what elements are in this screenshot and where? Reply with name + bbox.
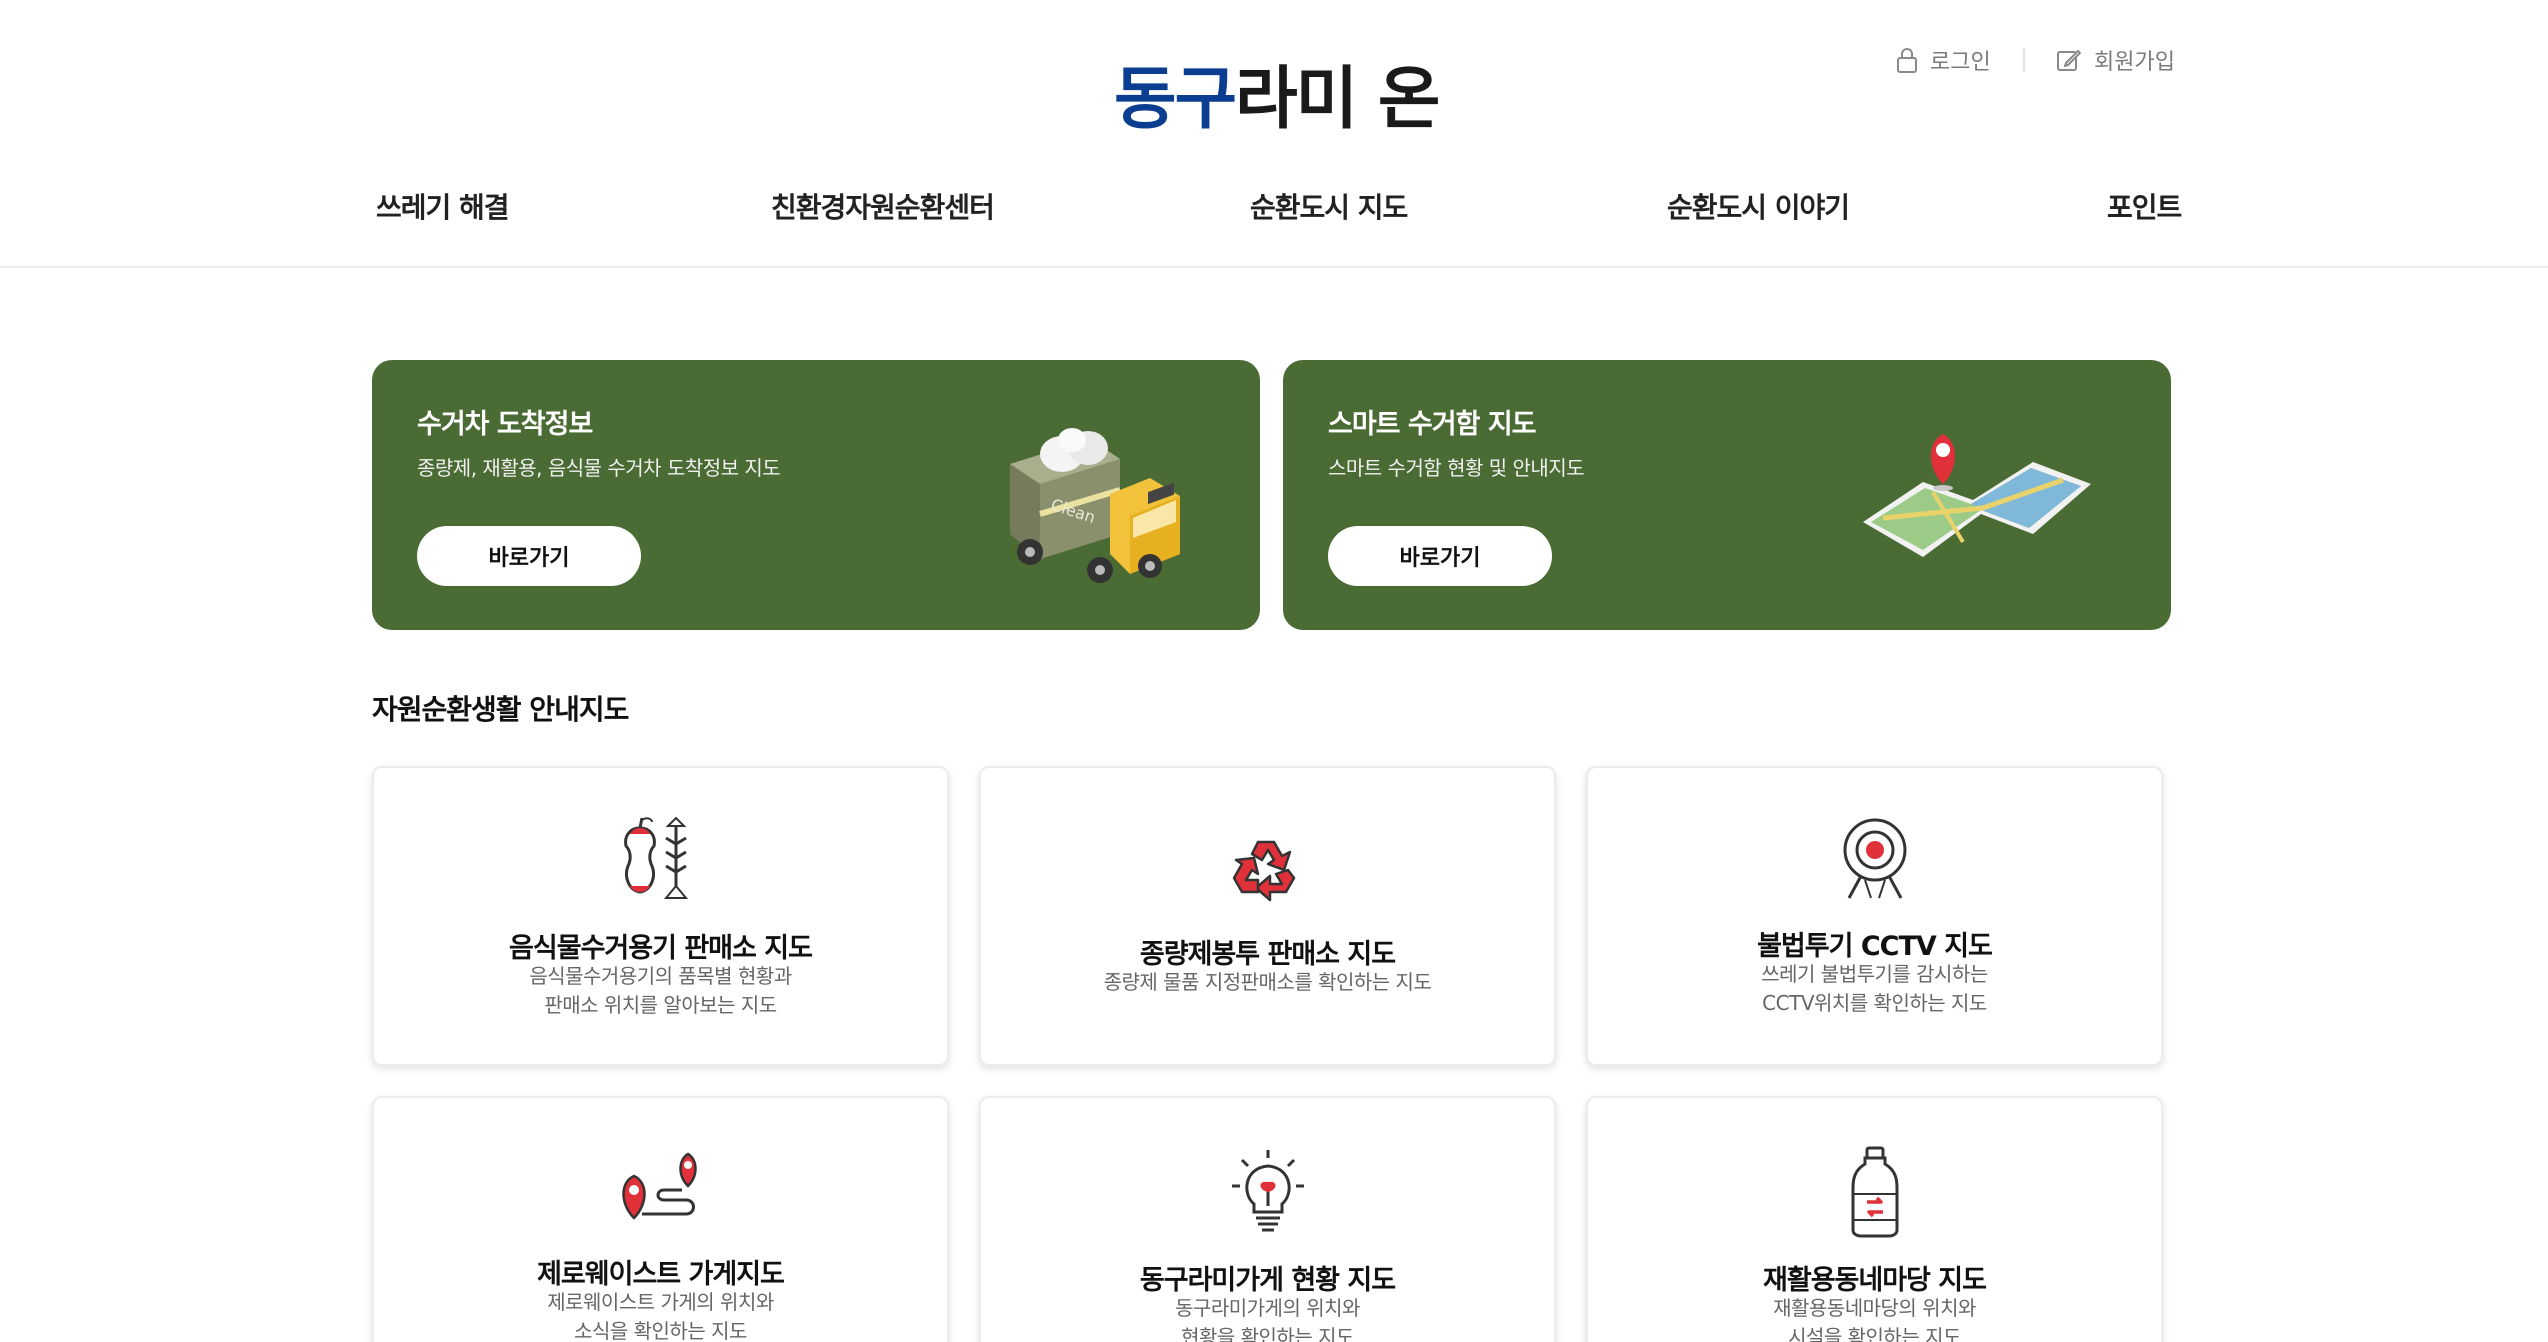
logo-part-rest: 라미 온 bbox=[1235, 59, 1440, 139]
site-logo[interactable]: 동구 라미 온 bbox=[1114, 52, 1440, 139]
login-label: 로그인 bbox=[1930, 50, 1991, 75]
card-desc-line: 제로웨이스트 가게의 위치와 bbox=[547, 1290, 774, 1314]
nav-item-story[interactable]: 순환도시 이야기 bbox=[1667, 180, 1850, 232]
card-desc: 재활용동네마당의 위치와 시설을 확인하는 지도 bbox=[1588, 1294, 2161, 1342]
dongurami-store-map-card[interactable]: 동구라미가게 현황 지도 동구라미가게의 위치와 현황을 확인하는 지도 bbox=[979, 1096, 1556, 1342]
lightbulb-icon bbox=[1231, 1150, 1304, 1232]
nav-item-center[interactable]: 친환경자원순환센터 bbox=[771, 180, 995, 232]
route-pin-icon bbox=[621, 1152, 697, 1220]
nav-item-waste[interactable]: 쓰레기 해결 bbox=[376, 180, 510, 232]
join-link[interactable]: 회원가입 bbox=[2056, 40, 2175, 80]
smart-bin-go-button[interactable]: 바로가기 bbox=[1328, 526, 1552, 586]
join-label: 회원가입 bbox=[2094, 50, 2175, 75]
card-title: 음식물수거용기 판매소 지도 bbox=[509, 933, 813, 964]
card-desc-line: 종량제 물품 지정판매소를 확인하는 지도 bbox=[1103, 970, 1432, 994]
card-desc-line: 음식물수거용기의 품목별 현황과 bbox=[529, 964, 792, 988]
site-header: 동구 라미 온 로그인 회원가입 쓰레기 해결 친환경자원순환센터 순환도시 지도… bbox=[0, 0, 2548, 268]
login-link[interactable]: 로그인 bbox=[1896, 40, 1991, 80]
card-desc: 쓰레기 불법투기를 감시하는 CCTV위치를 확인하는 지도 bbox=[1588, 960, 2161, 1018]
food-waste-map-card[interactable]: 음식물수거용기 판매소 지도 음식물수거용기의 품목별 현황과 판매소 위치를 … bbox=[372, 766, 949, 1066]
zero-waste-map-card[interactable]: 제로웨이스트 가게지도 제로웨이스트 가게의 위치와 소식을 확인하는 지도 bbox=[372, 1096, 949, 1342]
card-desc-line: 현황을 확인하는 지도 bbox=[1181, 1325, 1354, 1342]
logo-part-brand: 동구 bbox=[1114, 59, 1237, 139]
card-desc-line: 재활용동네마당의 위치와 bbox=[1773, 1296, 1976, 1320]
bottle-icon bbox=[1851, 1146, 1898, 1238]
card-title: 동구라미가게 현황 지도 bbox=[1139, 1265, 1396, 1296]
truck-arrival-go-button[interactable]: 바로가기 bbox=[417, 526, 641, 586]
lock-icon bbox=[1897, 48, 1917, 73]
recycling-yard-map-card[interactable]: 재활용동네마당 지도 재활용동네마당의 위치와 시설을 확인하는 지도 bbox=[1586, 1096, 2163, 1342]
card-desc-line: 동구라미가게의 위치와 bbox=[1175, 1296, 1360, 1320]
card-desc: 동구라미가게의 위치와 현황을 확인하는 지도 bbox=[981, 1294, 1554, 1342]
card-desc: 음식물수거용기의 품목별 현황과 판매소 위치를 알아보는 지도 bbox=[374, 962, 947, 1020]
section-title: 자원순환생활 안내지도 bbox=[372, 693, 629, 726]
card-title: 종량제봉투 판매소 지도 bbox=[1139, 939, 1396, 970]
cctv-map-card[interactable]: 불법투기 CCTV 지도 쓰레기 불법투기를 감시하는 CCTV위치를 확인하는… bbox=[1586, 766, 2163, 1066]
nav-item-point[interactable]: 포인트 bbox=[2107, 180, 2182, 232]
edit-icon bbox=[2057, 50, 2081, 71]
nav-item-map[interactable]: 순환도시 지도 bbox=[1250, 180, 1408, 232]
truck-arrival-banner: 수거차 도착정보 종량제, 재활용, 음식물 수거차 도착정보 지도 바로가기 … bbox=[372, 360, 1260, 630]
card-desc-line: CCTV위치를 확인하는 지도 bbox=[1762, 991, 1987, 1015]
banner-title: 수거차 도착정보 bbox=[417, 409, 593, 440]
map-pin-icon bbox=[1863, 434, 2091, 557]
card-desc-line: 시설을 확인하는 지도 bbox=[1788, 1325, 1961, 1342]
smart-bin-banner: 스마트 수거함 지도 스마트 수거함 현황 및 안내지도 바로가기 bbox=[1283, 360, 2171, 630]
util-divider bbox=[2023, 48, 2025, 72]
card-title: 불법투기 CCTV 지도 bbox=[1757, 931, 1993, 962]
garbage-truck-icon: Clean bbox=[1010, 428, 1180, 583]
banner-title: 스마트 수거함 지도 bbox=[1328, 409, 1537, 440]
cctv-icon bbox=[1843, 818, 1906, 899]
card-desc-line: 쓰레기 불법투기를 감시하는 bbox=[1761, 962, 1988, 986]
card-desc: 종량제 물품 지정판매소를 확인하는 지도 bbox=[981, 968, 1554, 997]
bag-store-map-card[interactable]: 종량제봉투 판매소 지도 종량제 물품 지정판매소를 확인하는 지도 bbox=[979, 766, 1556, 1066]
banner-desc: 스마트 수거함 현황 및 안내지도 bbox=[1328, 456, 1585, 480]
card-desc-line: 판매소 위치를 알아보는 지도 bbox=[544, 993, 777, 1017]
card-desc-line: 소식을 확인하는 지도 bbox=[574, 1319, 747, 1342]
card-desc: 제로웨이스트 가게의 위치와 소식을 확인하는 지도 bbox=[374, 1288, 947, 1342]
card-title: 재활용동네마당 지도 bbox=[1763, 1265, 1987, 1296]
banner-desc: 종량제, 재활용, 음식물 수거차 도착정보 지도 bbox=[417, 456, 781, 480]
recycle-icon bbox=[1232, 840, 1295, 902]
card-title: 제로웨이스트 가게지도 bbox=[537, 1259, 785, 1290]
food-waste-icon bbox=[623, 816, 688, 899]
